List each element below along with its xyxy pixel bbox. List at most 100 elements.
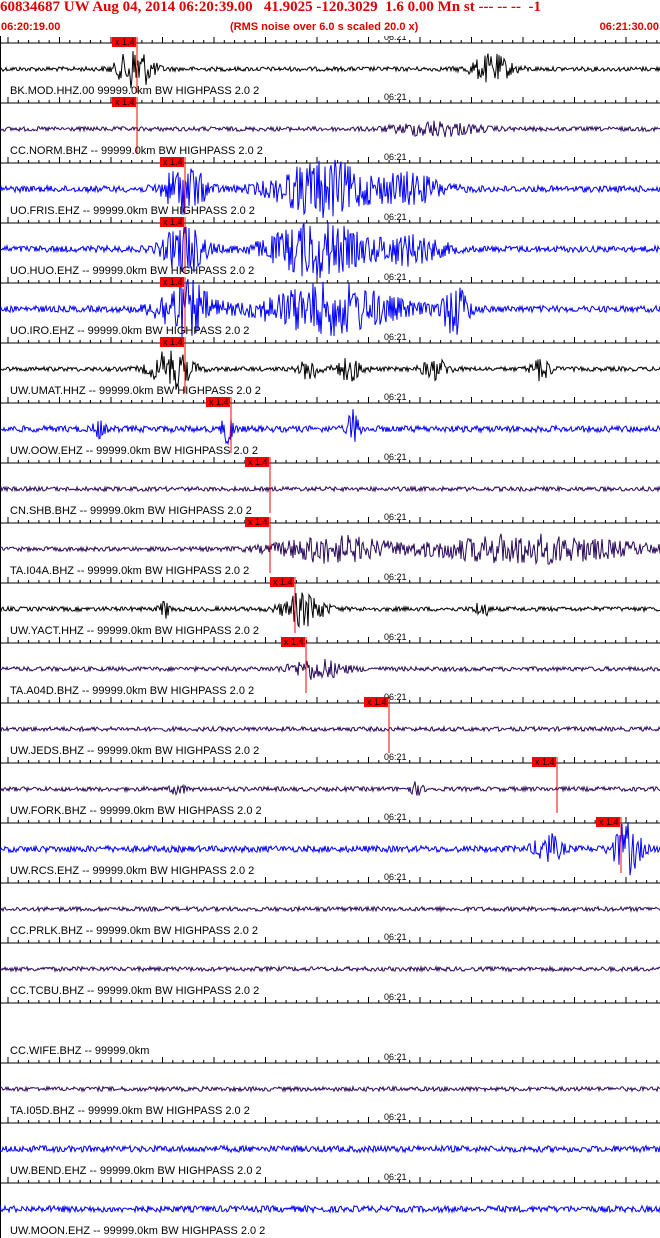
pick-label: x 1.4 xyxy=(163,217,183,227)
pick-label: x 1.4 xyxy=(273,577,293,587)
minute-marker: 06:21 xyxy=(384,1052,407,1062)
trace-row: 06:21 x 1.4 UO.HUO.EHZ -- 99999.0km BW HIG… xyxy=(0,212,660,279)
trace-row: 06:21 x 1.4 CN.SHB.BHZ -- 99999.0km BW HIG… xyxy=(0,452,660,517)
pick-label: x 1.4 xyxy=(163,337,183,347)
waveform-blue xyxy=(0,1204,660,1215)
trace-row: 06:21 UW.BEND.EHZ -- 99999.0km BW HIGHPAS… xyxy=(0,1112,660,1177)
waveform-purple xyxy=(0,965,660,974)
minute-marker: 06:21 xyxy=(384,992,407,1002)
station-label: UW.YACT.HHZ -- 99999.0km BW HIGHPASS 2.0… xyxy=(10,625,259,637)
station-label: UW.OOW.EHZ -- 99999.0km BW HIGHPASS 2.0 … xyxy=(10,445,258,457)
trace-row: 06:21 UW.MOON.EHZ -- 99999.0km BW HIGHPAS… xyxy=(0,1172,660,1237)
time-axis-ticks xyxy=(7,817,658,823)
trace-row: 06:21 CC.WIFE.BHZ -- 99999.0km xyxy=(0,992,660,1057)
time-axis-ticks xyxy=(7,37,658,43)
station-label: UW.BEND.EHZ -- 99999.0km BW HIGHPASS 2.0… xyxy=(10,1165,262,1177)
time-axis-ticks xyxy=(7,157,658,163)
minute-marker: 06:21 xyxy=(384,1172,407,1182)
trace-row: 06:21 x 1.4 UW.UMAT.HHZ -- 99999.0km BW HI… xyxy=(0,332,660,397)
waveform-purple xyxy=(0,905,660,914)
minute-marker: 06:21 xyxy=(384,92,407,102)
time-axis-ticks xyxy=(7,217,658,223)
time-axis-ticks xyxy=(7,1177,658,1183)
minute-marker: 06:21 xyxy=(384,872,407,882)
end-time: 06:21:30.00 xyxy=(599,21,659,33)
minute-marker: 06:21 xyxy=(384,392,407,402)
station-label: UO.FRIS.EHZ -- 99999.0km BW HIGHPASS 2.0… xyxy=(10,205,255,217)
trace-row: 06:21 x 1.4 UW.RCS.EHZ -- 99999.0km BW HIG… xyxy=(0,812,660,877)
pick-label: x 1.4 xyxy=(367,697,387,707)
minute-marker: 06:21 xyxy=(384,212,407,222)
trace-row: 06:21 x 1.4 TA.I04A.BHZ -- 99999.0km BW HI… xyxy=(0,512,660,577)
time-axis-ticks xyxy=(7,877,658,883)
waveform-black xyxy=(0,592,660,629)
station-label: TA.I05D.BHZ -- 99999.0km BW HIGHPASS 2.0… xyxy=(10,1105,250,1117)
waveform-purple xyxy=(0,533,660,566)
station-label: UO.IRO.EHZ -- 99999.0km BW HIGHPASS 2.0 … xyxy=(10,325,249,337)
time-axis-ticks xyxy=(7,757,658,763)
time-axis-ticks xyxy=(7,637,658,643)
station-label: CC.WIFE.BHZ -- 99999.0km xyxy=(10,1045,149,1057)
station-label: CC.TCBU.BHZ -- 99999.0km BW HIGHPASS 2.0… xyxy=(10,985,259,997)
minute-marker: 06:21 xyxy=(384,752,407,762)
station-label: BK.MOD.HHZ.00 99999.0km BW HIGHPASS 2.0 … xyxy=(10,85,259,97)
station-label: CC.PRLK.BHZ -- 99999.0km BW HIGHPASS 2.0… xyxy=(10,925,258,937)
waveform-blue xyxy=(0,1144,660,1154)
minute-marker: 06:21 xyxy=(384,632,407,642)
waveform-purple xyxy=(0,484,660,494)
time-axis-ticks xyxy=(7,997,658,1003)
trace-row: 06:21 TA.I05D.BHZ -- 99999.0km BW HIGHPAS… xyxy=(0,1052,660,1117)
minute-marker: 06:21 xyxy=(384,36,407,42)
waveform-blue xyxy=(0,409,660,446)
station-label: UW.MOON.EHZ -- 99999.0km BW HIGHPASS 2.0… xyxy=(10,1225,265,1237)
pick-label: x 1.4 xyxy=(115,37,135,47)
pick-label: x 1.4 xyxy=(599,817,619,827)
waveform-purple xyxy=(0,659,660,680)
station-label: UO.HUO.EHZ -- 99999.0km BW HIGHPASS 2.0 … xyxy=(10,265,254,277)
minute-marker: 06:21 xyxy=(384,452,407,462)
waveform-purple xyxy=(0,781,660,797)
time-axis-ticks xyxy=(7,1117,658,1123)
waveform-black xyxy=(0,350,660,390)
time-axis-ticks xyxy=(7,697,658,703)
time-axis-ticks xyxy=(7,1057,658,1063)
minute-marker: 06:21 xyxy=(384,332,407,342)
trace-row: 06:21 x 1.4 UW.OOW.EHZ -- 99999.0km BW HIG… xyxy=(0,392,660,457)
time-axis-ticks xyxy=(7,337,658,343)
time-axis-ticks xyxy=(7,937,658,943)
pick-label: x 1.4 xyxy=(163,157,183,167)
trace-row: 06:21 CC.TCBU.BHZ -- 99999.0km BW HIGHPAS… xyxy=(0,932,660,997)
station-label: UW.RCS.EHZ -- 99999.0km BW HIGHPASS 2.0 … xyxy=(10,865,254,877)
time-axis-ticks xyxy=(7,277,658,283)
header: 60834687 UW Aug 04, 2014 06:20:39.00 41.… xyxy=(0,0,660,36)
trace-row: 06:21 x 1.4 BK.MOD.HHZ.00 99999.0km BW HIG… xyxy=(0,36,660,97)
waveform-purple xyxy=(0,120,660,138)
time-axis-ticks xyxy=(7,457,658,463)
event-title: 60834687 UW Aug 04, 2014 06:20:39.00 41.… xyxy=(0,0,541,15)
station-label: UW.UMAT.HHZ -- 99999.0km BW HIGHPASS 2.0… xyxy=(10,385,261,397)
trace-row: 06:21 x 1.4 UW.FORK.BHZ -- 99999.0km BW HI… xyxy=(0,752,660,817)
time-axis-ticks xyxy=(7,97,658,103)
trace-row: 06:21 x 1.4 UO.FRIS.EHZ -- 99999.0km BW HI… xyxy=(0,152,660,219)
time-axis-ticks xyxy=(7,577,658,583)
pick-label: x 1.4 xyxy=(115,97,135,107)
trace-row: 06:21 x 1.4 CC.NORM.BHZ -- 99999.0km BW HI… xyxy=(0,92,660,157)
minute-marker: 06:21 xyxy=(384,1112,407,1122)
minute-marker: 06:21 xyxy=(384,512,407,522)
station-label: UW.JEDS.BHZ -- 99999.0km BW HIGHPASS 2.0… xyxy=(10,745,259,757)
pick-label: x 1.4 xyxy=(248,517,268,527)
time-axis-ticks xyxy=(7,517,658,523)
trace-row: 06:21 x 1.4 UW.YACT.HHZ -- 99999.0km BW HI… xyxy=(0,572,660,637)
trace-row: 06:21 x 1.4 UO.IRO.EHZ -- 99999.0km BW HIG… xyxy=(0,272,660,339)
pick-label: x 1.4 xyxy=(284,637,304,647)
minute-marker: 06:21 xyxy=(384,152,407,162)
minute-marker: 06:21 xyxy=(384,272,407,282)
station-label: TA.I04A.BHZ -- 99999.0km BW HIGHPASS 2.0… xyxy=(10,565,249,577)
seismogram-panel: 06:21x 1.4BK.MOD.HHZ.00 99999.0km BW HIG… xyxy=(0,36,660,1238)
waveform-purple xyxy=(0,1084,660,1093)
waveform-black xyxy=(0,51,660,89)
trace-row: 06:21 x 1.4 TA.A04D.BHZ -- 99999.0km BW HI… xyxy=(0,632,660,697)
minute-marker: 06:21 xyxy=(384,572,407,582)
pick-label: x 1.4 xyxy=(535,757,555,767)
station-label: CC.NORM.BHZ -- 99999.0km BW HIGHPASS 2.0… xyxy=(10,145,263,157)
